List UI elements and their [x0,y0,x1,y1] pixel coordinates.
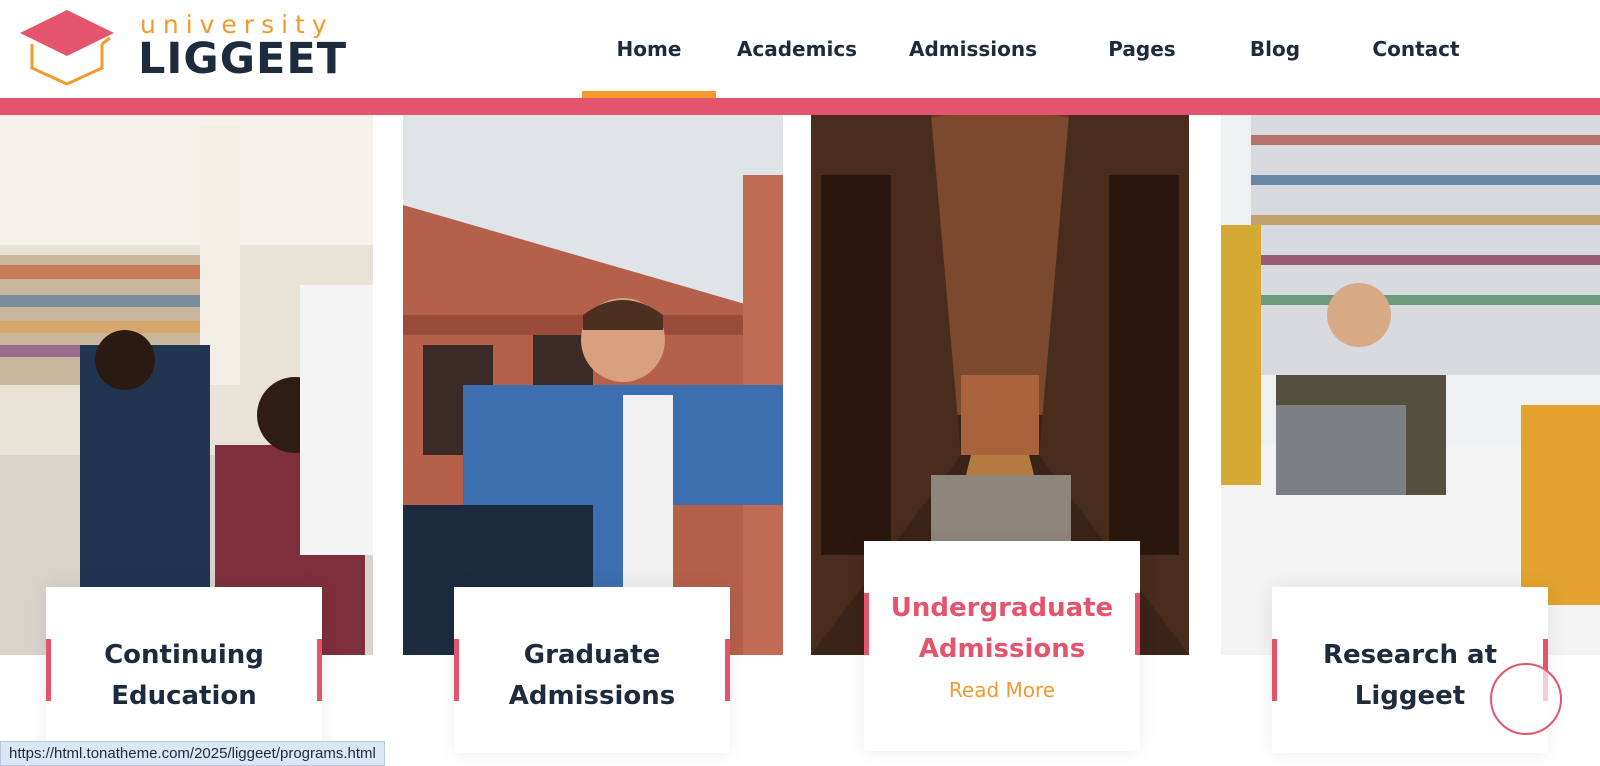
caption-continuing-education[interactable]: Continuing Education [46,587,322,753]
nav-label: Academics [736,37,858,61]
graduation-cap-icon [20,10,114,86]
nav-label: Admissions [908,37,1038,61]
main-nav: Home Academics Admissions Pages Blog Con… [582,0,1498,98]
nav-academics[interactable]: Academics [716,0,878,98]
students-laptop-image [1221,115,1600,655]
nav-label: Contact [1372,37,1460,61]
card-title-line2: Admissions [508,681,676,711]
program-card-continuing-education[interactable] [0,115,373,655]
caption-graduate-admissions[interactable]: Graduate Admissions [454,587,730,753]
card-title-line1: Graduate [523,640,661,670]
student-brick-building-image [403,115,783,655]
card-title-line2: Education [111,681,257,711]
nav-home[interactable]: Home [582,0,716,98]
status-bar-url: https://html.tonatheme.com/2025/liggeet/… [0,741,385,766]
nav-admissions[interactable]: Admissions [878,0,1068,98]
nav-pages[interactable]: Pages [1068,0,1216,98]
card-title-line1: Undergraduate [890,593,1114,623]
site-logo[interactable]: university LIGGEET [18,8,346,88]
caption-undergraduate-admissions[interactable]: Undergraduate Admissions Read More [864,541,1140,751]
nav-contact[interactable]: Contact [1334,0,1498,98]
card-title-line1: Continuing [104,640,264,670]
card-title-line2: Admissions [918,634,1086,664]
read-more-link[interactable]: Read More [949,678,1055,702]
students-high-five-image [0,115,373,655]
program-card-graduate-admissions[interactable] [403,115,783,655]
nav-label: Blog [1249,37,1301,61]
program-card-research[interactable] [1221,115,1600,655]
site-header: university LIGGEET Home Academics Admiss… [0,0,1600,98]
nav-blog[interactable]: Blog [1216,0,1334,98]
nav-label: Home [616,37,682,61]
nav-label: Pages [1108,37,1176,61]
scroll-to-top-button[interactable] [1490,663,1562,735]
header-accent-bar [0,98,1600,115]
logo-title: LIGGEET [138,34,348,84]
